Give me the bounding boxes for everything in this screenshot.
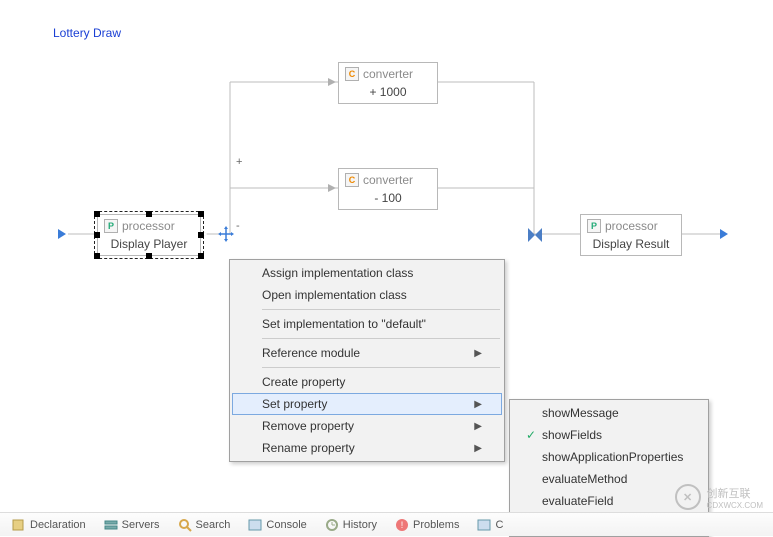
node-type-label: processor — [122, 219, 175, 233]
input-port-icon[interactable] — [58, 229, 66, 239]
console-icon — [477, 518, 491, 532]
tab-truncated[interactable]: C — [473, 516, 507, 534]
menu-separator — [262, 309, 500, 310]
merge-connector-icon — [528, 228, 542, 245]
svg-text:!: ! — [401, 520, 404, 530]
submenu-show-fields[interactable]: ✓showFields — [512, 424, 706, 446]
check-icon: ✓ — [520, 428, 542, 442]
watermark-logo-icon: ✕ — [675, 484, 701, 510]
menu-open-impl-class[interactable]: Open implementation class — [232, 284, 502, 306]
tab-search[interactable]: Search — [174, 516, 235, 534]
watermark-text-2: CDXWCX.COM — [707, 501, 763, 510]
processor-display-result[interactable]: P processor Display Result — [580, 214, 682, 256]
branch-minus-label: - — [236, 220, 240, 232]
node-type-label: processor — [605, 219, 658, 233]
branch-plus-label: + — [236, 156, 242, 168]
converter-icon: C — [345, 67, 359, 81]
problems-icon: ! — [395, 518, 409, 532]
processor-icon: P — [587, 219, 601, 233]
watermark-text-1: 创新互联 — [707, 485, 763, 501]
node-type-label: converter — [363, 67, 413, 81]
declaration-icon — [12, 518, 26, 532]
menu-rename-property[interactable]: Rename property▶ — [232, 437, 502, 459]
submenu-arrow-icon: ▶ — [474, 348, 482, 359]
converter-icon: C — [345, 173, 359, 187]
diagram-title: Lottery Draw — [53, 26, 121, 40]
submenu-show-message[interactable]: showMessage — [512, 402, 706, 424]
context-menu: Assign implementation class Open impleme… — [229, 259, 505, 462]
watermark: ✕ 创新互联 CDXWCX.COM — [675, 484, 763, 510]
node-text: + 1000 — [345, 85, 431, 99]
submenu-arrow-icon: ▶ — [474, 443, 482, 454]
menu-set-property[interactable]: Set property▶ — [232, 393, 502, 415]
menu-create-property[interactable]: Create property — [232, 371, 502, 393]
submenu-arrow-icon: ▶ — [474, 421, 482, 432]
node-text: - 100 — [345, 191, 431, 205]
tab-console[interactable]: Console — [244, 516, 310, 534]
tab-history[interactable]: History — [321, 516, 381, 534]
bottom-views-bar: Declaration Servers Search Console Histo… — [0, 512, 773, 536]
history-icon — [325, 518, 339, 532]
search-icon — [178, 518, 192, 532]
tab-problems[interactable]: ! Problems — [391, 516, 463, 534]
output-port-icon[interactable] — [720, 229, 728, 239]
console-icon — [248, 518, 262, 532]
tab-declaration[interactable]: Declaration — [8, 516, 90, 534]
servers-icon — [104, 518, 118, 532]
processor-icon: P — [104, 219, 118, 233]
menu-separator — [262, 338, 500, 339]
move-cursor-icon — [218, 226, 234, 242]
processor-display-player[interactable]: P processor Display Player — [97, 214, 201, 256]
node-text: Display Result — [587, 237, 675, 251]
menu-separator — [262, 367, 500, 368]
converter-minus-100[interactable]: C converter - 100 — [338, 168, 438, 210]
menu-assign-impl-class[interactable]: Assign implementation class — [232, 262, 502, 284]
converter-plus-1000[interactable]: C converter + 1000 — [338, 62, 438, 104]
submenu-arrow-icon: ▶ — [474, 399, 482, 410]
node-text: Display Player — [104, 237, 194, 251]
node-type-label: converter — [363, 173, 413, 187]
menu-remove-property[interactable]: Remove property▶ — [232, 415, 502, 437]
menu-set-impl-default[interactable]: Set implementation to "default" — [232, 313, 502, 335]
submenu-show-app-props[interactable]: showApplicationProperties — [512, 446, 706, 468]
tab-servers[interactable]: Servers — [100, 516, 164, 534]
menu-reference-module[interactable]: Reference module▶ — [232, 342, 502, 364]
